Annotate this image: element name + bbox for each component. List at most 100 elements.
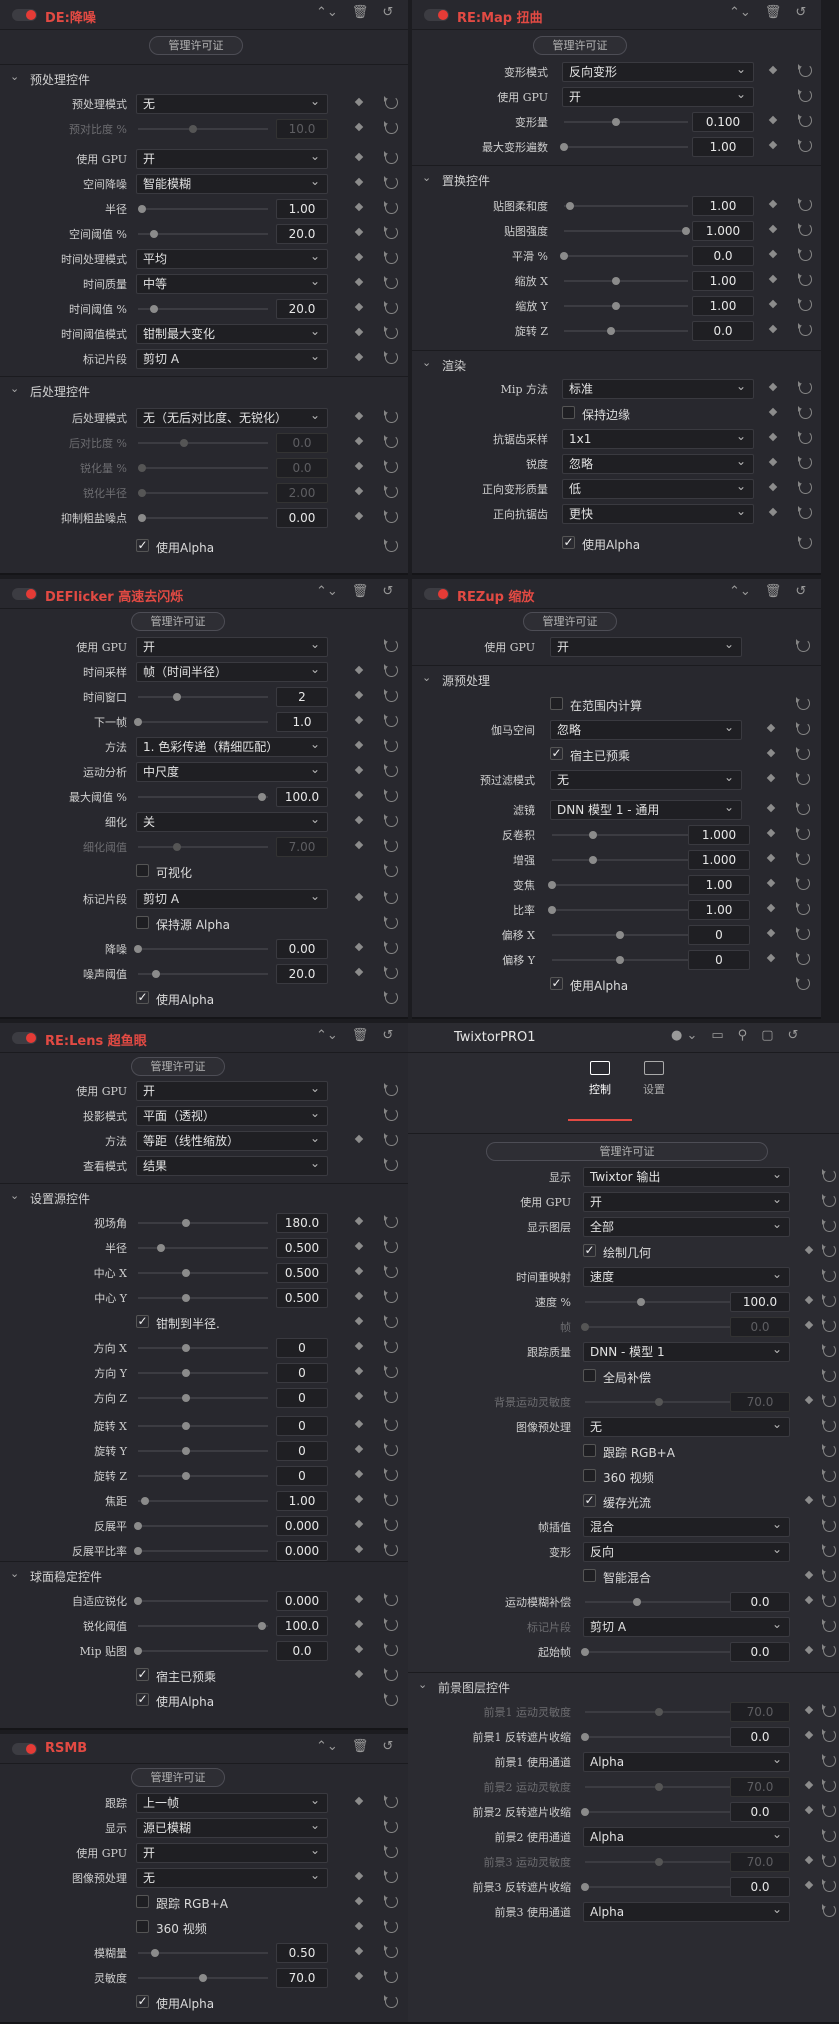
slider-knob[interactable] [581, 1733, 589, 1741]
reset-icon[interactable] [384, 1443, 398, 1456]
keyframe-diamond-icon[interactable] [354, 1134, 364, 1144]
more-icon[interactable]: ● ⌄ [671, 1028, 697, 1043]
keyframe-diamond-icon[interactable] [354, 352, 364, 362]
reset-icon[interactable] [796, 639, 810, 652]
window-icon[interactable]: ▭ [711, 1028, 723, 1043]
reset-icon[interactable] [798, 64, 812, 77]
keyframe-diamond-icon[interactable] [354, 1241, 364, 1251]
reset-icon[interactable] [384, 96, 398, 109]
keyframe-diamond-icon[interactable] [804, 1705, 814, 1715]
reset-icon[interactable] [822, 1294, 836, 1307]
reset-icon[interactable] [384, 1240, 398, 1253]
value-field-dn[interactable]: 0.00 [276, 939, 328, 959]
reset-icon[interactable] [384, 1418, 398, 1431]
value-field-focal[interactable]: 1.00 [276, 1491, 328, 1511]
value-field-fov[interactable]: 180.0 [276, 1213, 328, 1233]
reset-icon[interactable] [384, 1820, 398, 1833]
value-field-iter[interactable]: 1.00 [692, 137, 754, 157]
keyframe-diamond-icon[interactable] [354, 511, 364, 521]
reset-icon[interactable] [384, 201, 398, 214]
reset-icon[interactable] [384, 510, 398, 523]
keyframe-diamond-icon[interactable] [354, 840, 364, 850]
section-header[interactable]: ⌄ 置换控件 [412, 165, 821, 191]
reset-icon[interactable] [822, 1394, 836, 1407]
license-button[interactable]: 管理许可证 [523, 612, 617, 631]
slider-knob[interactable] [182, 1447, 191, 1455]
value-field-spatial_th[interactable]: 20.0 [276, 224, 328, 244]
reset-icon[interactable] [798, 506, 812, 519]
reset-icon[interactable] [822, 1344, 836, 1357]
slider-knob[interactable] [150, 1949, 159, 1957]
slider-flat[interactable] [134, 1522, 268, 1530]
dropdown-method[interactable]: 等距（线性缩放） [136, 1131, 328, 1151]
slider-knob[interactable] [257, 793, 266, 801]
reset-icon[interactable] [384, 251, 398, 264]
reset-icon[interactable] [384, 1795, 398, 1808]
value-field-sharp_r[interactable]: 2.00 [276, 483, 328, 503]
reset-icon[interactable] [384, 941, 398, 954]
section-header[interactable]: ⌄ 设置源控件 [0, 1183, 408, 1209]
slider-knob[interactable] [588, 831, 597, 839]
keyframe-diamond-icon[interactable] [354, 1266, 364, 1276]
reset-icon[interactable] [796, 747, 810, 760]
reset-icon[interactable] [384, 891, 398, 904]
dropdown-gpu[interactable]: 开 [583, 1192, 790, 1212]
slider-deconv[interactable] [552, 831, 688, 839]
keyframe-diamond-icon[interactable] [354, 461, 364, 471]
dropdown-pre[interactable]: 无 [583, 1417, 790, 1437]
trash-icon[interactable]: 🗑 [352, 5, 369, 20]
value-field-time_th[interactable]: 20.0 [276, 299, 328, 319]
keyframe-diamond-icon[interactable] [354, 815, 364, 825]
value-field-rx[interactable]: 0 [276, 1416, 328, 1436]
keyframe-diamond-icon[interactable] [766, 828, 776, 838]
value-field-speed[interactable]: 100.0 [730, 1292, 790, 1312]
slider-zoom[interactable] [548, 881, 688, 889]
dropdown-method[interactable]: 1. 色彩传递（精细匹配） [136, 737, 328, 757]
slider-f2s[interactable] [585, 1783, 733, 1791]
keyframe-diamond-icon[interactable] [804, 1395, 814, 1405]
checkbox-icon[interactable]: ✓ [550, 977, 563, 990]
keyframe-diamond-icon[interactable] [354, 1921, 364, 1931]
keyframe-diamond-icon[interactable] [766, 878, 776, 888]
keyframe-diamond-icon[interactable] [354, 1619, 364, 1629]
reset-icon[interactable] [384, 664, 398, 677]
slider-f3m[interactable] [581, 1883, 733, 1891]
keyframe-diamond-icon[interactable] [354, 97, 364, 107]
keyframe-diamond-icon[interactable] [354, 790, 364, 800]
reset-icon[interactable] [384, 1870, 398, 1883]
value-field-soft[interactable]: 1.00 [692, 196, 754, 216]
reset-icon[interactable] [796, 877, 810, 890]
keyframe-diamond-icon[interactable] [354, 1644, 364, 1654]
reset-icon[interactable] [798, 536, 812, 549]
slider-knob[interactable] [655, 1708, 663, 1716]
section-header[interactable]: ⌄ 前景图层控件 [408, 1672, 839, 1698]
power-toggle-icon[interactable] [12, 9, 37, 21]
power-toggle-icon[interactable] [12, 1032, 37, 1044]
slider-fov[interactable] [138, 1219, 268, 1227]
dropdown-gpu[interactable]: 开 [136, 1081, 328, 1101]
dropdown-ts[interactable]: 帧（时间半径） [136, 662, 328, 682]
slider-nth[interactable] [138, 970, 268, 978]
reset-icon[interactable] [384, 1693, 398, 1706]
reset-icon[interactable] [384, 1083, 398, 1096]
slider-knob[interactable] [637, 1298, 646, 1306]
chevron-updown-icon[interactable]: ⌃⌄ [729, 5, 751, 20]
slider-sharp_r[interactable] [137, 489, 268, 497]
slider-knob[interactable] [612, 118, 621, 126]
reset-icon[interactable] [796, 802, 810, 815]
chevron-updown-icon[interactable]: ⌃⌄ [316, 1028, 338, 1043]
dropdown-f1c[interactable]: Alpha [583, 1752, 790, 1772]
license-button[interactable]: 管理许可证 [131, 612, 225, 631]
slider-knob[interactable] [257, 1622, 266, 1630]
reset-icon[interactable] [384, 1668, 398, 1681]
reset-icon[interactable] [384, 1945, 398, 1958]
slider-knob[interactable] [548, 881, 556, 889]
power-toggle-icon[interactable] [12, 1743, 37, 1755]
keyframe-diamond-icon[interactable] [354, 1469, 364, 1479]
value-field-strength[interactable]: 1.000 [692, 221, 754, 241]
dropdown-interp[interactable]: 混合 [583, 1517, 790, 1537]
value-field-ry[interactable]: 0 [276, 1441, 328, 1461]
keyframe-diamond-icon[interactable] [354, 1796, 364, 1806]
keyframe-diamond-icon[interactable] [804, 1295, 814, 1305]
reset-icon[interactable] [384, 151, 398, 164]
